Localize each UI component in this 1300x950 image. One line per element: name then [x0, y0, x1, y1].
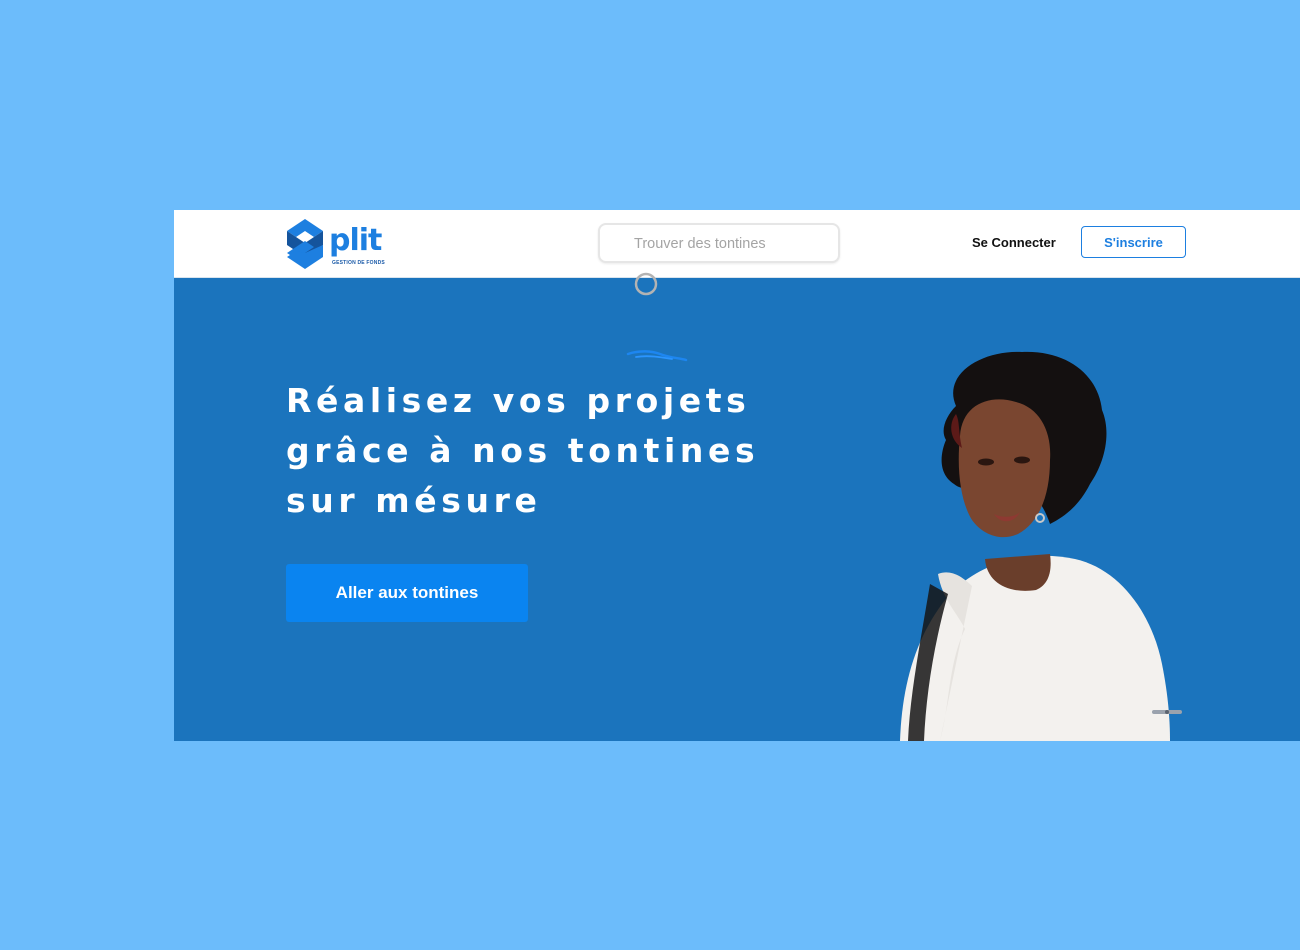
search-box[interactable] — [598, 223, 840, 296]
search-icon[interactable] — [634, 272, 658, 296]
logo-wordmark: plit — [329, 223, 382, 258]
hero-title-line: Réalisez vos projets — [286, 381, 751, 420]
carousel-pager-icon[interactable] — [1152, 709, 1182, 715]
login-link[interactable]: Se Connecter — [972, 235, 1056, 250]
hero-title: Réalisez vos projets grâce à nos tontine… — [286, 376, 806, 526]
hero-title-line: grâce à nos tontines — [286, 431, 760, 470]
logo-tagline: GESTION DE FONDS — [332, 260, 385, 266]
app-window: plit GESTION DE FONDS Se Connecter S'ins… — [174, 210, 1300, 741]
search-input[interactable] — [634, 234, 824, 254]
top-navbar: plit GESTION DE FONDS Se Connecter S'ins… — [174, 210, 1300, 296]
logo-mark-icon — [287, 219, 323, 269]
go-to-tontines-button[interactable]: Aller aux tontines — [286, 564, 528, 622]
signup-button[interactable]: S'inscrire — [1081, 226, 1186, 258]
hero-portrait-image — [900, 351, 1170, 741]
split-logo[interactable]: plit GESTION DE FONDS — [284, 218, 394, 270]
hero-title-line: sur mésure — [286, 481, 542, 520]
decorative-squiggle-icon — [626, 350, 688, 362]
